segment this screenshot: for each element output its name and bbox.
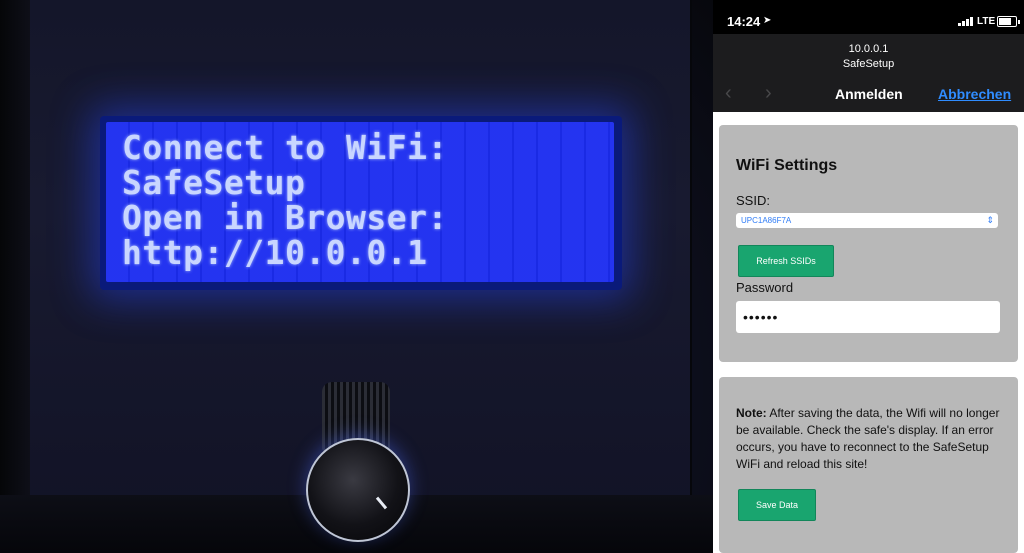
network-type: LTE — [977, 16, 996, 27]
lcd-display: Connect to WiFi: SafeSetup Open in Brows… — [106, 122, 614, 282]
wifi-settings-heading: WiFi Settings — [736, 157, 838, 174]
password-label: Password — [736, 280, 794, 295]
chevron-left-icon[interactable]: ‹ — [725, 83, 732, 103]
ssid-label: SSID: — [736, 193, 770, 208]
ssid-selected-value: UPC1A86F7A — [741, 216, 792, 225]
captive-portal-header: 10.0.0.1 SafeSetup ‹ › Anmelden Abbreche… — [713, 34, 1024, 112]
refresh-ssids-button[interactable]: Refresh SSIDs — [738, 245, 834, 277]
password-field[interactable]: •••••• — [736, 301, 1000, 333]
note-text: After saving the data, the Wifi will no … — [736, 406, 1000, 471]
site-name: SafeSetup — [842, 58, 895, 70]
web-content: WiFi Settings SSID: UPC1A86F7A ⇕ Refresh… — [713, 112, 1024, 553]
note-prefix: Note: — [736, 406, 767, 420]
ssid-select[interactable]: UPC1A86F7A ⇕ — [736, 213, 998, 228]
cancel-button[interactable]: Abbrechen — [938, 86, 1011, 102]
note-text-block: Note: After saving the data, the Wifi wi… — [736, 405, 1006, 473]
status-bar: 14:24 ➤ LTE — [713, 0, 1024, 34]
phone-screen: 14:24 ➤ LTE 10.0.0.1 SafeSetup ‹ › Anmel… — [713, 0, 1024, 553]
cellular-signal-icon — [958, 16, 974, 26]
enclosure-edge — [0, 0, 30, 553]
page-url: 10.0.0.1 — [848, 43, 889, 55]
wifi-settings-card: WiFi Settings SSID: UPC1A86F7A ⇕ Refresh… — [719, 125, 1018, 362]
lcd-line-3: Open in Browser: — [122, 198, 448, 237]
save-data-button[interactable]: Save Data — [738, 489, 816, 521]
lcd-line-1: Connect to WiFi: — [122, 128, 448, 167]
rotary-encoder-knob — [306, 438, 410, 542]
status-time: 14:24 — [727, 14, 761, 29]
note-card: Note: After saving the data, the Wifi wi… — [719, 377, 1018, 553]
lcd-line-4: http://10.0.0.1 — [122, 233, 428, 272]
device-photo: Connect to WiFi: SafeSetup Open in Brows… — [0, 0, 713, 553]
lcd-line-2: SafeSetup — [122, 163, 306, 202]
page-title: Anmelden — [835, 86, 903, 102]
battery-icon — [997, 16, 1020, 27]
location-arrow-icon: ➤ — [763, 15, 772, 26]
select-arrows-icon: ⇕ — [986, 215, 994, 225]
password-value: •••••• — [743, 309, 779, 325]
chevron-right-icon[interactable]: › — [765, 83, 772, 103]
